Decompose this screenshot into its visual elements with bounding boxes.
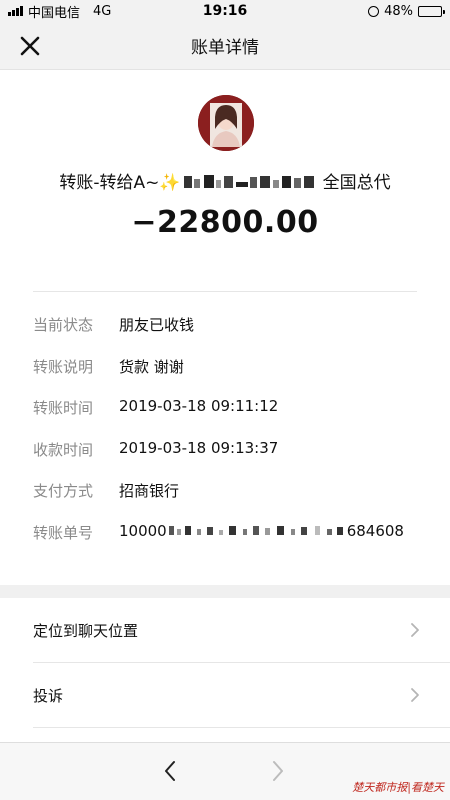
detail-label: 当前状态 <box>33 316 94 334</box>
status-bar: 中国电信 4G 19:16 48% <box>0 0 450 22</box>
signal-icon <box>8 6 23 16</box>
chevron-right-icon <box>411 688 419 702</box>
page-title: 账单详情 <box>191 38 259 58</box>
detail-value: 朋友已收钱 <box>119 316 195 334</box>
detail-row-payment-method: 支付方式 招商银行 <box>33 480 423 522</box>
watermark: 楚天都市报|看楚天 <box>352 781 444 794</box>
close-icon[interactable] <box>18 34 42 58</box>
order-number-prefix: 10000 <box>119 521 167 540</box>
order-number-suffix: 684608 <box>346 521 404 540</box>
detail-label: 转账时间 <box>33 399 94 417</box>
chevron-right-icon[interactable] <box>270 759 286 783</box>
divider <box>33 727 450 728</box>
battery-icon <box>418 5 445 17</box>
detail-value: 2019-03-18 09:11:12 <box>119 397 279 415</box>
avatar-image <box>198 95 254 151</box>
status-right: 48% <box>368 3 445 19</box>
action-label: 投诉 <box>33 686 64 705</box>
clock: 19:16 <box>202 3 248 19</box>
detail-label: 转账单号 <box>33 523 94 542</box>
detail-row-transfer-time: 转账时间 2019-03-18 09:11:12 <box>33 397 423 439</box>
payee-line: 转账-转给A~✨ 全国总代 <box>0 168 450 193</box>
status-left: 中国电信 4G <box>8 2 111 21</box>
complaint-button[interactable]: 投诉 <box>0 663 450 727</box>
detail-row-order-number: 转账单号 10000 684608 <box>33 522 423 564</box>
chevron-left-icon[interactable] <box>162 759 178 783</box>
battery-percent: 48% <box>384 3 413 19</box>
nav-bar: 账单详情 <box>0 22 450 70</box>
alarm-icon <box>368 5 380 17</box>
divider <box>33 291 417 292</box>
redacted-name <box>183 175 314 188</box>
transfer-amount: −22800.00 <box>131 205 319 240</box>
detail-label: 收款时间 <box>33 440 94 459</box>
detail-label: 支付方式 <box>33 482 94 500</box>
browser-toolbar: 楚天都市报|看楚天 <box>0 742 450 800</box>
locate-chat-button[interactable]: 定位到聊天位置 <box>0 598 450 662</box>
detail-row-note: 转账说明 货款 谢谢 <box>33 356 423 398</box>
detail-row-status: 当前状态 朋友已收钱 <box>33 314 423 356</box>
payee-prefix: 转账-转给A~✨ <box>59 173 181 193</box>
network-label: 4G <box>93 3 112 19</box>
avatar[interactable] <box>198 95 254 151</box>
payee-suffix: 全国总代 <box>322 173 391 193</box>
action-label: 定位到聊天位置 <box>33 621 139 640</box>
detail-value: 招商银行 <box>119 482 180 500</box>
chevron-right-icon <box>411 623 419 637</box>
carrier-label: 中国电信 <box>28 5 81 21</box>
order-number-value[interactable]: 10000 684608 <box>119 522 404 540</box>
detail-value: 货款 谢谢 <box>119 357 184 376</box>
details-list: 当前状态 朋友已收钱 转账说明 货款 谢谢 转账时间 2019-03-18 09… <box>33 314 423 563</box>
redacted-digits <box>168 525 343 535</box>
detail-label: 转账说明 <box>33 357 94 376</box>
detail-row-receive-time: 收款时间 2019-03-18 09:13:37 <box>33 439 423 481</box>
section-gap <box>0 585 450 598</box>
detail-value: 2019-03-18 09:13:37 <box>119 438 279 457</box>
